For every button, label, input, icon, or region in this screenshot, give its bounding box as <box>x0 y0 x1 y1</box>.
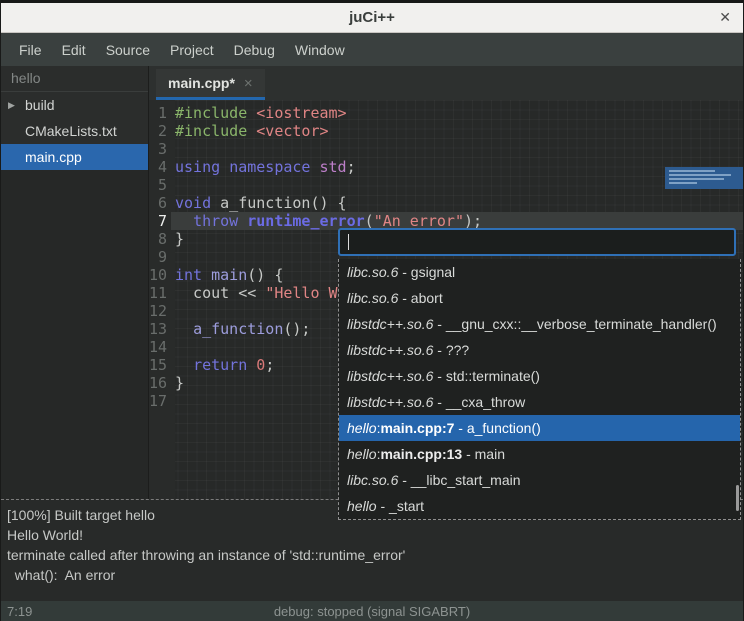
menu-item-edit[interactable]: Edit <box>52 33 96 66</box>
code-line-2[interactable]: 2#include <vector> <box>149 122 743 140</box>
backtrace-item[interactable]: hello:main.cpp:13 - main <box>339 441 740 467</box>
line-code: #include <vector> <box>171 122 743 140</box>
tab-main-cpp[interactable]: main.cpp* × <box>156 69 265 100</box>
backtrace-item[interactable]: libstdc++.so.6 - ??? <box>339 337 740 363</box>
line-code: #include <iostream> <box>171 104 743 122</box>
backtrace-item[interactable]: libstdc++.so.6 - __gnu_cxx::__verbose_te… <box>339 311 740 337</box>
tree-item-label: CMakeLists.txt <box>25 123 117 139</box>
tree-item-cmakelists-txt[interactable]: CMakeLists.txt <box>1 118 148 144</box>
tree-item-build[interactable]: ▶ build <box>1 92 148 118</box>
line-number: 8 <box>149 230 171 248</box>
tab-label: main.cpp* <box>168 75 235 91</box>
backtrace-popup: libc.so.6 - gsignallibc.so.6 - abortlibs… <box>338 228 741 520</box>
debug-status: debug: stopped (signal SIGABRT) <box>274 604 470 619</box>
backtrace-search-input[interactable] <box>338 228 736 256</box>
output-line: terminate called after throwing an insta… <box>7 545 737 565</box>
tooltip-text-line <box>669 170 715 172</box>
line-number: 1 <box>149 104 171 122</box>
line-number: 3 <box>149 140 171 158</box>
menu-item-project[interactable]: Project <box>160 33 224 66</box>
tree-item-label: main.cpp <box>25 149 82 165</box>
tree-item-main-cpp[interactable]: main.cpp <box>1 144 148 170</box>
code-line-6[interactable]: 6void a_function() { <box>149 194 743 212</box>
line-number: 4 <box>149 158 171 176</box>
backtrace-item[interactable]: libstdc++.so.6 - std::terminate() <box>339 363 740 389</box>
backtrace-item[interactable]: hello:main.cpp:7 - a_function() <box>339 415 740 441</box>
code-line-1[interactable]: 1#include <iostream> <box>149 104 743 122</box>
menu-item-window[interactable]: Window <box>285 33 355 66</box>
backtrace-item[interactable]: libstdc++.so.6 - __cxa_throw <box>339 389 740 415</box>
menubar: FileEditSourceProjectDebugWindow <box>1 33 743 66</box>
app-window: juCi++ ✕ FileEditSourceProjectDebugWindo… <box>0 0 744 621</box>
text-caret <box>348 234 349 250</box>
line-number: 5 <box>149 176 171 194</box>
tab-close-icon[interactable]: × <box>244 75 253 92</box>
project-selector[interactable]: hello <box>1 66 148 92</box>
line-number: 9 <box>149 248 171 266</box>
line-number: 11 <box>149 284 171 302</box>
titlebar[interactable]: juCi++ ✕ <box>1 3 743 33</box>
tree-item-label: build <box>25 97 55 113</box>
tooltip-text-line <box>669 178 724 180</box>
menu-item-debug[interactable]: Debug <box>224 33 285 66</box>
window-title: juCi++ <box>349 9 395 26</box>
code-line-4[interactable]: 4using namespace std; <box>149 158 743 176</box>
code-line-3[interactable]: 3 <box>149 140 743 158</box>
output-line: what(): An error <box>7 565 737 585</box>
backtrace-list: libc.so.6 - gsignallibc.so.6 - abortlibs… <box>338 259 741 520</box>
line-code: void a_function() { <box>171 194 743 212</box>
line-number: 12 <box>149 302 171 320</box>
line-code: using namespace std; <box>171 158 743 176</box>
line-number: 10 <box>149 266 171 284</box>
statusbar: 7:19 debug: stopped (signal SIGABRT) <box>1 601 743 621</box>
line-number: 13 <box>149 320 171 338</box>
line-number: 14 <box>149 338 171 356</box>
line-number: 7 <box>149 212 171 230</box>
line-number: 17 <box>149 392 171 410</box>
line-number: 16 <box>149 374 171 392</box>
expander-icon[interactable]: ▶ <box>8 100 15 111</box>
backtrace-item[interactable]: hello - _start <box>339 493 740 519</box>
menu-item-source[interactable]: Source <box>96 33 160 66</box>
backtrace-item[interactable]: libc.so.6 - gsignal <box>339 259 740 285</box>
debug-tooltip <box>665 167 744 189</box>
sidebar-filler <box>1 170 148 499</box>
line-number: 15 <box>149 356 171 374</box>
line-code <box>171 140 743 158</box>
output-line: Hello World! <box>7 525 737 545</box>
line-number: 2 <box>149 122 171 140</box>
backtrace-item[interactable]: libc.so.6 - __libc_start_main <box>339 467 740 493</box>
popup-scrollbar[interactable] <box>736 485 739 511</box>
file-tree: ▶ build CMakeLists.txt main.cpp <box>1 92 148 170</box>
sidebar: hello ▶ build CMakeLists.txt main.cpp <box>1 66 149 499</box>
code-line-5[interactable]: 5 <box>149 176 743 194</box>
tabbar: main.cpp* × <box>149 66 743 100</box>
close-icon[interactable]: ✕ <box>719 3 731 32</box>
line-code <box>171 176 743 194</box>
tooltip-text-line <box>669 174 731 176</box>
menu-item-file[interactable]: File <box>9 33 52 66</box>
line-number: 6 <box>149 194 171 212</box>
backtrace-item[interactable]: libc.so.6 - abort <box>339 285 740 311</box>
cursor-position: 7:19 <box>7 604 32 619</box>
tooltip-text-line <box>669 182 697 184</box>
